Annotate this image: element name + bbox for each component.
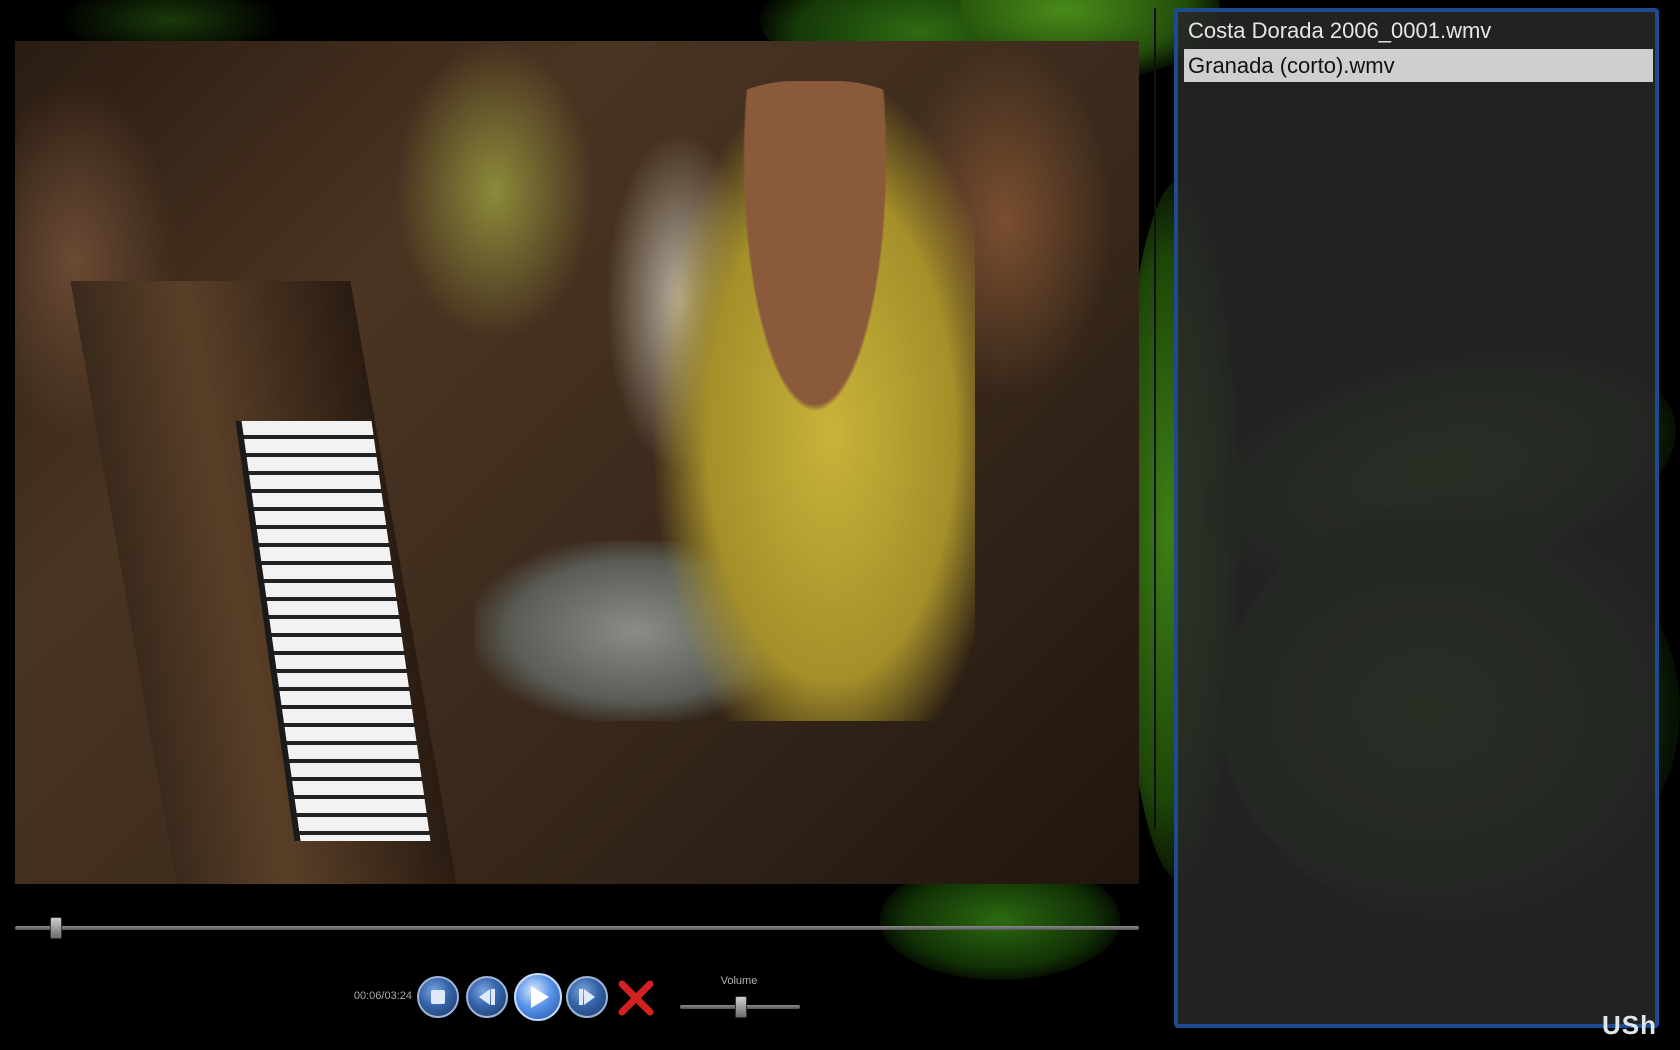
seek-track[interactable] xyxy=(15,926,1139,930)
stop-button[interactable] xyxy=(417,976,459,1018)
previous-icon xyxy=(479,989,495,1005)
playlist-item[interactable]: Costa Dorada 2006_0001.wmv xyxy=(1184,14,1653,47)
close-icon xyxy=(618,980,654,1016)
play-button[interactable] xyxy=(514,973,562,1021)
time-display: 00:06/03:24 xyxy=(353,990,412,1002)
volume-label: Volume xyxy=(720,975,758,987)
seek-bar[interactable] xyxy=(15,917,1139,939)
seek-thumb[interactable] xyxy=(50,917,63,939)
video-frame-shape xyxy=(395,41,595,341)
close-button[interactable] xyxy=(616,978,656,1018)
app-logo: USh xyxy=(1602,1010,1657,1040)
next-button[interactable] xyxy=(566,976,608,1018)
play-icon xyxy=(531,986,549,1008)
previous-button[interactable] xyxy=(466,976,508,1018)
divider xyxy=(1154,8,1156,830)
playlist-item[interactable]: Granada (corto).wmv xyxy=(1184,49,1653,82)
volume-thumb[interactable] xyxy=(735,996,747,1018)
next-icon xyxy=(579,989,595,1005)
video-display[interactable] xyxy=(15,41,1139,884)
video-frame-shape xyxy=(655,81,975,721)
volume-slider[interactable] xyxy=(680,996,800,1018)
stop-icon xyxy=(431,990,445,1004)
playlist[interactable]: Costa Dorada 2006_0001.wmv Granada (cort… xyxy=(1174,8,1659,1028)
